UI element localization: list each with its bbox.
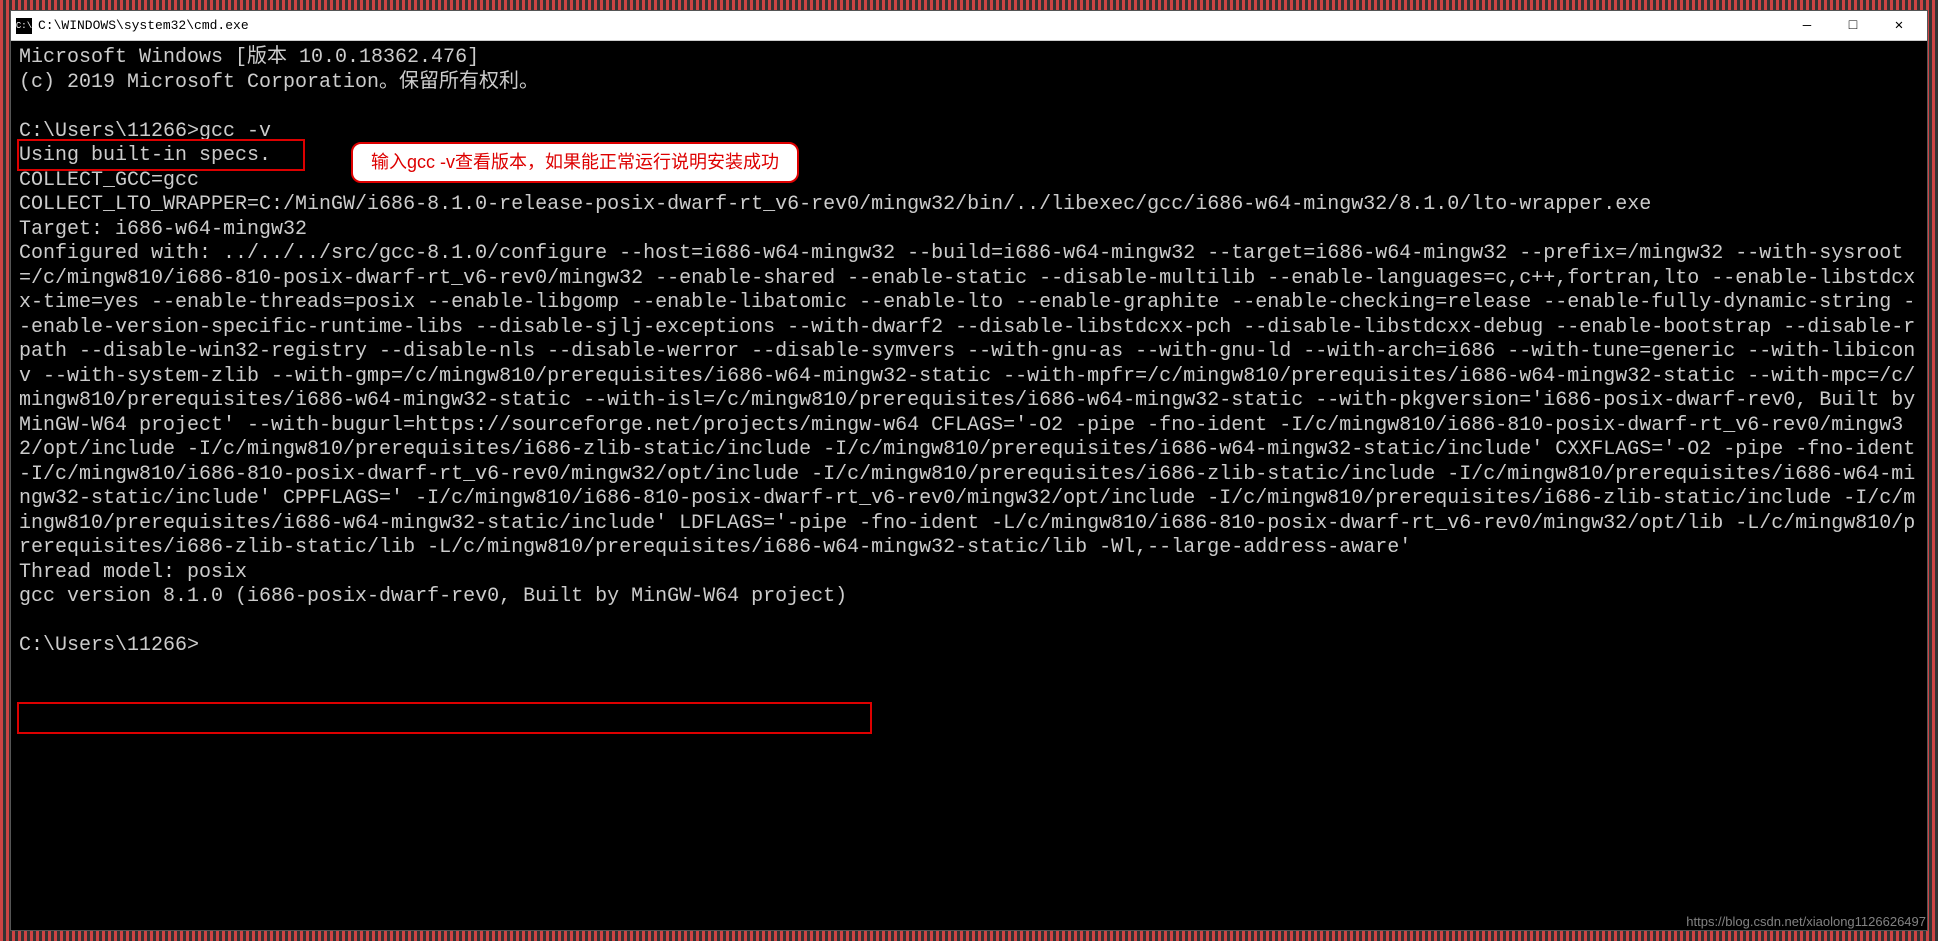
terminal-line: Thread model: posix <box>19 561 247 584</box>
terminal-line: COLLECT_GCC=gcc <box>19 169 199 192</box>
terminal-line: (c) 2019 Microsoft Corporation。保留所有权利。 <box>19 71 539 94</box>
screenshot-border: C:\ C:\WINDOWS\system32\cmd.exe — □ ✕ Mi… <box>0 0 1938 941</box>
terminal-prompt: C:\Users\11266>gcc -v <box>19 120 271 143</box>
titlebar[interactable]: C:\ C:\WINDOWS\system32\cmd.exe — □ ✕ <box>11 11 1927 41</box>
terminal-line: gcc version 8.1.0 (i686-posix-dwarf-rev0… <box>19 585 847 608</box>
maximize-button[interactable]: □ <box>1830 12 1876 40</box>
cmd-window: C:\ C:\WINDOWS\system32\cmd.exe — □ ✕ Mi… <box>10 10 1928 931</box>
terminal-line: Using built-in specs. <box>19 144 271 167</box>
window-title: C:\WINDOWS\system32\cmd.exe <box>38 18 1784 33</box>
watermark-text: https://blog.csdn.net/xiaolong1126626497 <box>1686 914 1926 929</box>
cmd-icon: C:\ <box>16 18 32 34</box>
highlight-version <box>17 702 872 734</box>
terminal-prompt: C:\Users\11266> <box>19 634 199 657</box>
close-button[interactable]: ✕ <box>1876 12 1922 40</box>
terminal-output[interactable]: Microsoft Windows [版本 10.0.18362.476] (c… <box>11 41 1927 930</box>
terminal-line: Configured with: ../../../src/gcc-8.1.0/… <box>19 242 1927 559</box>
annotation-callout: 输入gcc -v查看版本，如果能正常运行说明安装成功 <box>351 142 799 183</box>
terminal-line: COLLECT_LTO_WRAPPER=C:/MinGW/i686-8.1.0-… <box>19 193 1651 216</box>
terminal-line: Target: i686-w64-mingw32 <box>19 218 307 241</box>
minimize-button[interactable]: — <box>1784 12 1830 40</box>
window-controls: — □ ✕ <box>1784 12 1922 40</box>
terminal-line: Microsoft Windows [版本 10.0.18362.476] <box>19 46 479 69</box>
